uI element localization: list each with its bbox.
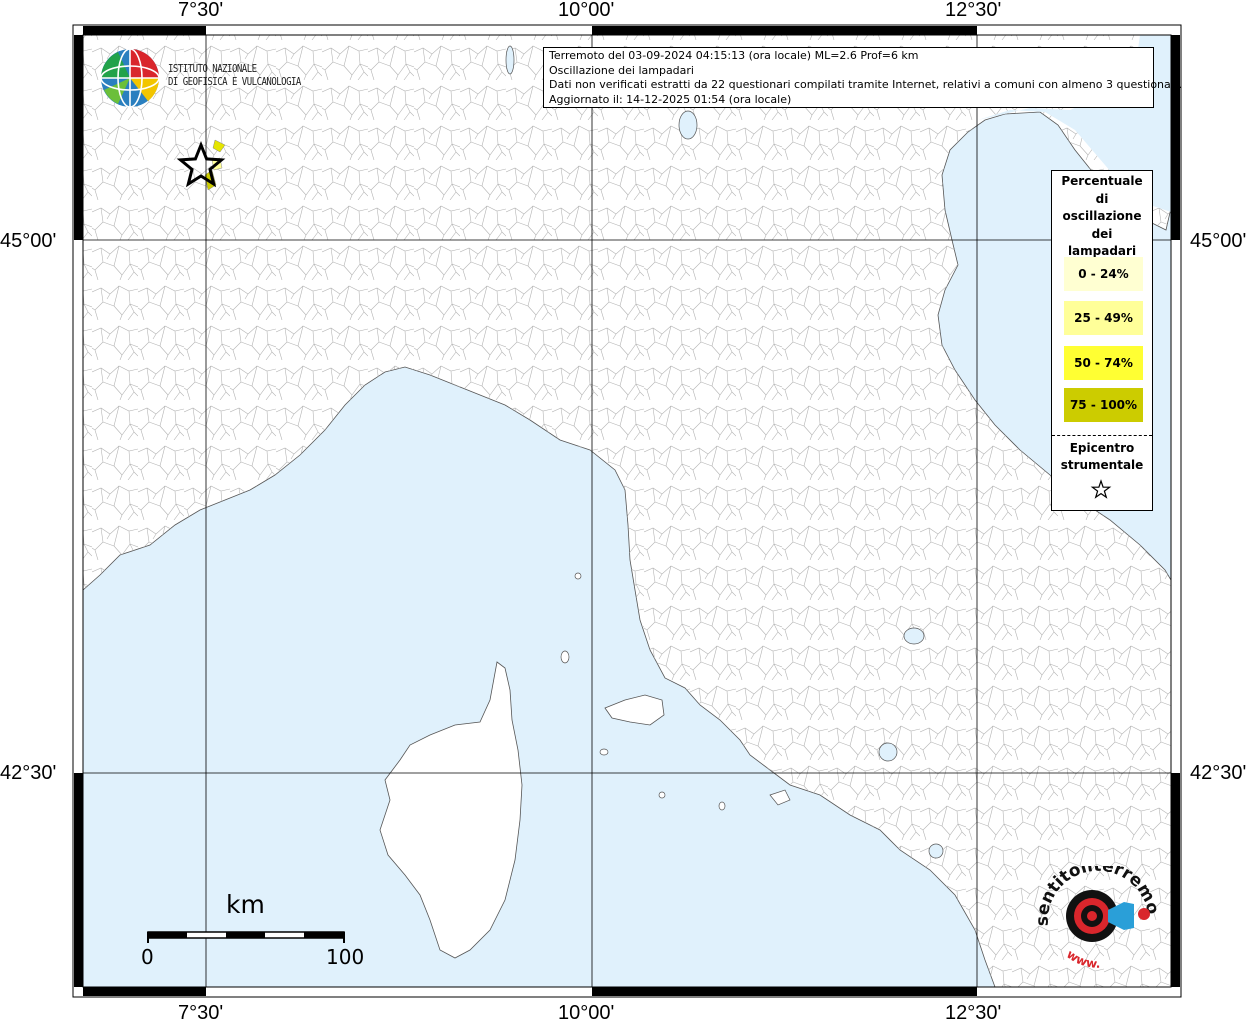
island-gorgona	[574, 572, 582, 580]
tick-top-3: 12°30'	[945, 0, 1002, 21]
lake-bracciano	[928, 843, 944, 859]
island-capraia	[560, 650, 570, 664]
island-giglio	[718, 801, 726, 811]
legend-epicenter-label: Epicentro strumentale	[1052, 440, 1152, 473]
legend-class-label: 75 - 100%	[1069, 398, 1138, 412]
ingv-name: ISTITUTO NAZIONALE DI GEOFISICA E VULCAN…	[168, 63, 301, 89]
tick-top-1: 7°30'	[178, 0, 224, 21]
tick-left-2: 42°30'	[0, 762, 57, 784]
tick-bottom-3: 12°30'	[945, 1002, 1002, 1024]
lake-garda	[678, 110, 698, 140]
tick-bottom-1: 7°30'	[178, 1002, 224, 1024]
scale-max-label: 100	[326, 945, 365, 969]
map-area	[82, 34, 1172, 988]
lake-bolsena	[878, 742, 898, 762]
legend-class-label: 0 - 24%	[1078, 267, 1129, 281]
legend-class-25-49: 25 - 49%	[1064, 301, 1143, 335]
svg-text:www.: www.	[1064, 947, 1100, 971]
scale-min-label: 0	[141, 945, 154, 969]
ingv-name-line: ISTITUTO NAZIONALE	[168, 63, 257, 75]
legend-epicenter-line: Epicentro	[1069, 441, 1135, 455]
legend-title: Percentuale di oscillazione dei lampadar…	[1052, 173, 1152, 261]
island-montecristo	[658, 791, 666, 799]
legend-class-50-74: 50 - 74%	[1064, 346, 1143, 380]
legend-epicenter-line: strumentale	[1060, 457, 1144, 472]
lake-trasimeno	[903, 627, 925, 645]
event-info-box: Terremoto del 03-09-2024 04:15:13 (ora l…	[543, 47, 1182, 108]
legend: Percentuale di oscillazione dei lampadar…	[1051, 170, 1153, 511]
island-pianosa	[599, 748, 609, 756]
legend-class-75-100: 75 - 100%	[1064, 388, 1143, 422]
legend-title-line: di	[1095, 191, 1109, 206]
tick-bottom-2: 10°00'	[558, 1002, 615, 1024]
ingv-logo-icon	[100, 48, 160, 108]
legend-class-label: 25 - 49%	[1074, 311, 1133, 325]
data-note: Dati non verificati estratti da 22 quest…	[549, 78, 1182, 91]
scale-unit: km	[226, 890, 265, 919]
tick-right-1: 45°00'	[1190, 230, 1247, 252]
tick-top-2: 10°00'	[558, 0, 615, 21]
lake-como	[505, 45, 515, 75]
legend-title-line: dei	[1091, 226, 1113, 241]
legend-separator	[1052, 435, 1152, 436]
map-subject: Oscillazione dei lampadari	[549, 63, 694, 77]
ingv-name-line: DI GEOFISICA E VULCANOLOGIA	[168, 76, 301, 88]
event-title: Terremoto del 03-09-2024 04:15:13 (ora l…	[549, 49, 919, 62]
legend-class-label: 50 - 74%	[1074, 356, 1133, 370]
tick-left-1: 45°00'	[0, 230, 57, 252]
legend-class-0-24: 0 - 24%	[1064, 257, 1143, 291]
update-time: Aggiornato il: 14-12-2025 01:54 (ora loc…	[549, 92, 792, 106]
star-icon	[1090, 479, 1112, 499]
sentito-terremoto-logo-icon: sentitoilterremoto.it www.	[1036, 866, 1160, 971]
legend-title-line: Percentuale	[1061, 174, 1143, 188]
legend-title-line: oscillazione	[1062, 209, 1142, 223]
tick-right-2: 42°30'	[1190, 762, 1247, 784]
